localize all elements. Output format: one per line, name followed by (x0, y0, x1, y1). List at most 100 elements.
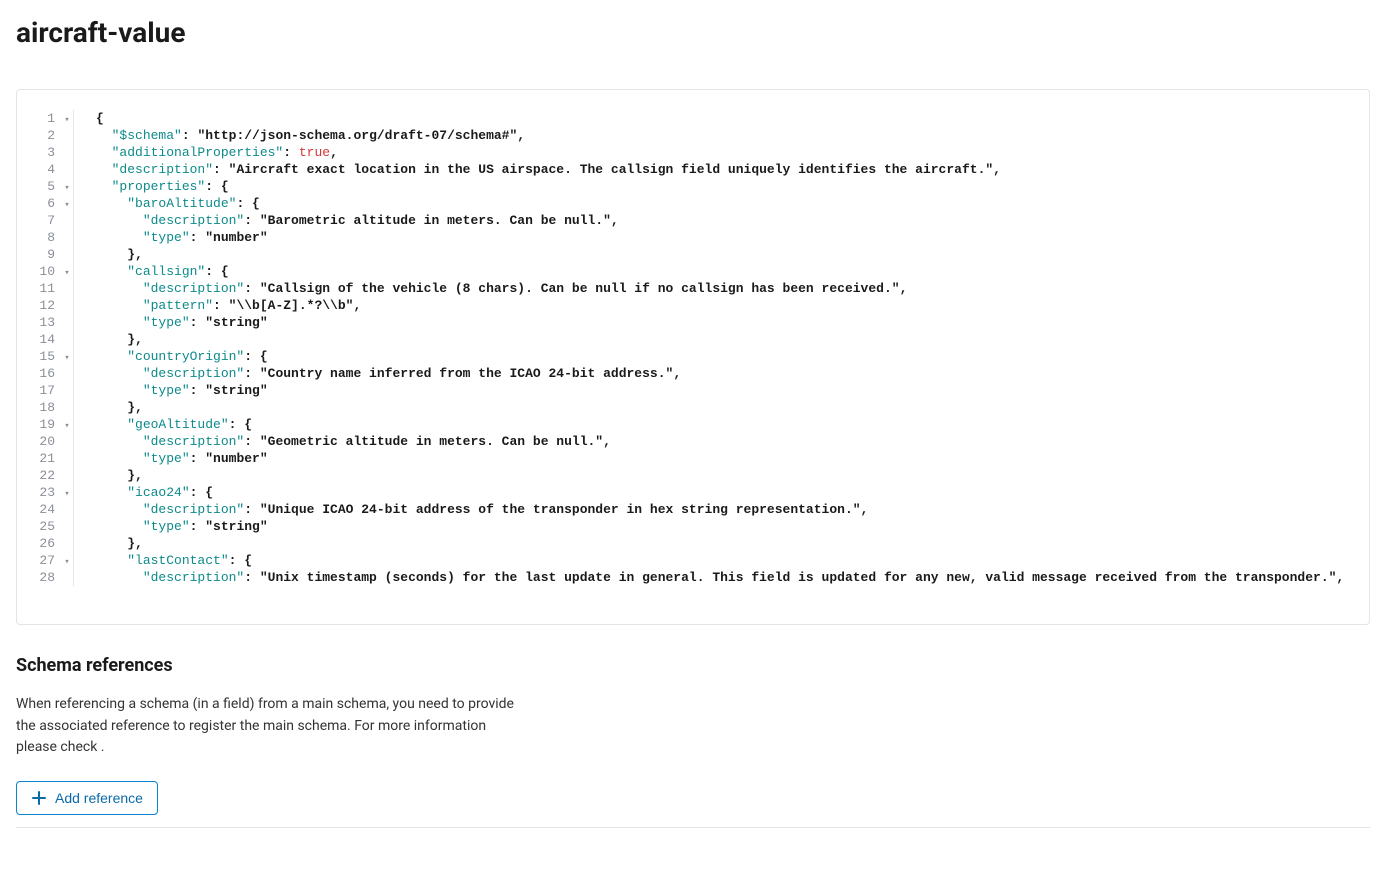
code-line[interactable]: 8 "type": "number" (35, 229, 1351, 246)
code-content: "$schema": "http://json-schema.org/draft… (96, 127, 525, 144)
code-content: "type": "number" (96, 229, 268, 246)
code-content: }, (96, 467, 143, 484)
code-content: }, (96, 399, 143, 416)
fold-marker[interactable]: ▾ (61, 265, 73, 282)
code-line[interactable]: 17 "type": "string" (35, 382, 1351, 399)
line-number: 8 (35, 229, 61, 246)
line-number: 12 (35, 297, 61, 314)
code-line[interactable]: 4 "description": "Aircraft exact locatio… (35, 161, 1351, 178)
code-line[interactable]: 2 "$schema": "http://json-schema.org/dra… (35, 127, 1351, 144)
code-line[interactable]: 19▾ "geoAltitude": { (35, 416, 1351, 433)
code-line[interactable]: 28 "description": "Unix timestamp (secon… (35, 569, 1351, 586)
line-number: 4 (35, 161, 61, 178)
line-number: 14 (35, 331, 61, 348)
add-reference-button[interactable]: Add reference (16, 781, 158, 815)
code-line[interactable]: 21 "type": "number" (35, 450, 1351, 467)
code-content: "description": "Unique ICAO 24-bit addre… (96, 501, 868, 518)
code-line[interactable]: 11 "description": "Callsign of the vehic… (35, 280, 1351, 297)
code-editor-scroll[interactable]: 1▾{2 "$schema": "http://json-schema.org/… (17, 90, 1369, 624)
line-number: 9 (35, 246, 61, 263)
line-number: 19 (35, 416, 61, 433)
fold-marker[interactable]: ▾ (61, 112, 73, 129)
gutter-divider (73, 110, 74, 127)
code-line[interactable]: 9 }, (35, 246, 1351, 263)
gutter-divider (73, 365, 74, 382)
code-content: }, (96, 535, 143, 552)
code-content: "description": "Unix timestamp (seconds)… (96, 569, 1344, 586)
code-line[interactable]: 14 }, (35, 331, 1351, 348)
gutter-divider (73, 382, 74, 399)
line-number: 1 (35, 110, 61, 127)
code-line[interactable]: 5▾ "properties": { (35, 178, 1351, 195)
gutter-divider (73, 331, 74, 348)
divider (16, 827, 1370, 828)
code-line[interactable]: 25 "type": "string" (35, 518, 1351, 535)
code-content: "description": "Callsign of the vehicle … (96, 280, 907, 297)
line-number: 23 (35, 484, 61, 501)
gutter-divider (73, 348, 74, 365)
line-number: 2 (35, 127, 61, 144)
gutter-divider (73, 467, 74, 484)
code-line[interactable]: 27▾ "lastContact": { (35, 552, 1351, 569)
code-content: "properties": { (96, 178, 229, 195)
fold-marker[interactable]: ▾ (61, 486, 73, 503)
add-reference-button-label: Add reference (55, 790, 143, 806)
line-number: 22 (35, 467, 61, 484)
code-line[interactable]: 12 "pattern": "\\b[A-Z].*?\\b", (35, 297, 1351, 314)
gutter-divider (73, 552, 74, 569)
code-line[interactable]: 7 "description": "Barometric altitude in… (35, 212, 1351, 229)
code-line[interactable]: 20 "description": "Geometric altitude in… (35, 433, 1351, 450)
line-number: 20 (35, 433, 61, 450)
code-editor-content[interactable]: 1▾{2 "$schema": "http://json-schema.org/… (35, 110, 1351, 586)
gutter-divider (73, 161, 74, 178)
code-line[interactable]: 23▾ "icao24": { (35, 484, 1351, 501)
code-line[interactable]: 22 }, (35, 467, 1351, 484)
fold-marker[interactable]: ▾ (61, 197, 73, 214)
code-line[interactable]: 10▾ "callsign": { (35, 263, 1351, 280)
gutter-divider (73, 501, 74, 518)
code-line[interactable]: 18 }, (35, 399, 1351, 416)
line-number: 26 (35, 535, 61, 552)
code-line[interactable]: 26 }, (35, 535, 1351, 552)
code-line[interactable]: 6▾ "baroAltitude": { (35, 195, 1351, 212)
schema-references-heading: Schema references (16, 655, 1370, 676)
code-line[interactable]: 1▾ { (35, 110, 1351, 127)
code-content: "countryOrigin": { (96, 348, 268, 365)
fold-marker[interactable]: ▾ (61, 350, 73, 367)
code-content: }, (96, 331, 143, 348)
code-content: "callsign": { (96, 263, 229, 280)
line-number: 27 (35, 552, 61, 569)
page-title: aircraft-value (16, 16, 1370, 49)
code-line[interactable]: 3 "additionalProperties": true, (35, 144, 1351, 161)
gutter-divider (73, 569, 74, 586)
line-number: 13 (35, 314, 61, 331)
code-line[interactable]: 24 "description": "Unique ICAO 24-bit ad… (35, 501, 1351, 518)
code-content: "type": "string" (96, 314, 268, 331)
schema-references-description: When referencing a schema (in a field) f… (16, 694, 526, 759)
code-line[interactable]: 13 "type": "string" (35, 314, 1351, 331)
gutter-divider (73, 297, 74, 314)
fold-marker[interactable]: ▾ (61, 180, 73, 197)
code-content: "description": "Barometric altitude in m… (96, 212, 619, 229)
gutter-divider (73, 144, 74, 161)
line-number: 17 (35, 382, 61, 399)
code-editor-panel: 1▾{2 "$schema": "http://json-schema.org/… (16, 89, 1370, 625)
line-number: 3 (35, 144, 61, 161)
gutter-divider (73, 195, 74, 212)
line-number: 7 (35, 212, 61, 229)
code-line[interactable]: 15▾ "countryOrigin": { (35, 348, 1351, 365)
gutter-divider (73, 484, 74, 501)
gutter-divider (73, 314, 74, 331)
line-number: 16 (35, 365, 61, 382)
gutter-divider (73, 399, 74, 416)
line-number: 18 (35, 399, 61, 416)
code-content: "type": "number" (96, 450, 268, 467)
line-number: 10 (35, 263, 61, 280)
code-content: "description": "Aircraft exact location … (96, 161, 1001, 178)
fold-marker[interactable]: ▾ (61, 554, 73, 571)
code-line[interactable]: 16 "description": "Country name inferred… (35, 365, 1351, 382)
fold-marker[interactable]: ▾ (61, 418, 73, 435)
gutter-divider (73, 246, 74, 263)
code-content: "description": "Geometric altitude in me… (96, 433, 611, 450)
code-content: { (96, 110, 104, 127)
